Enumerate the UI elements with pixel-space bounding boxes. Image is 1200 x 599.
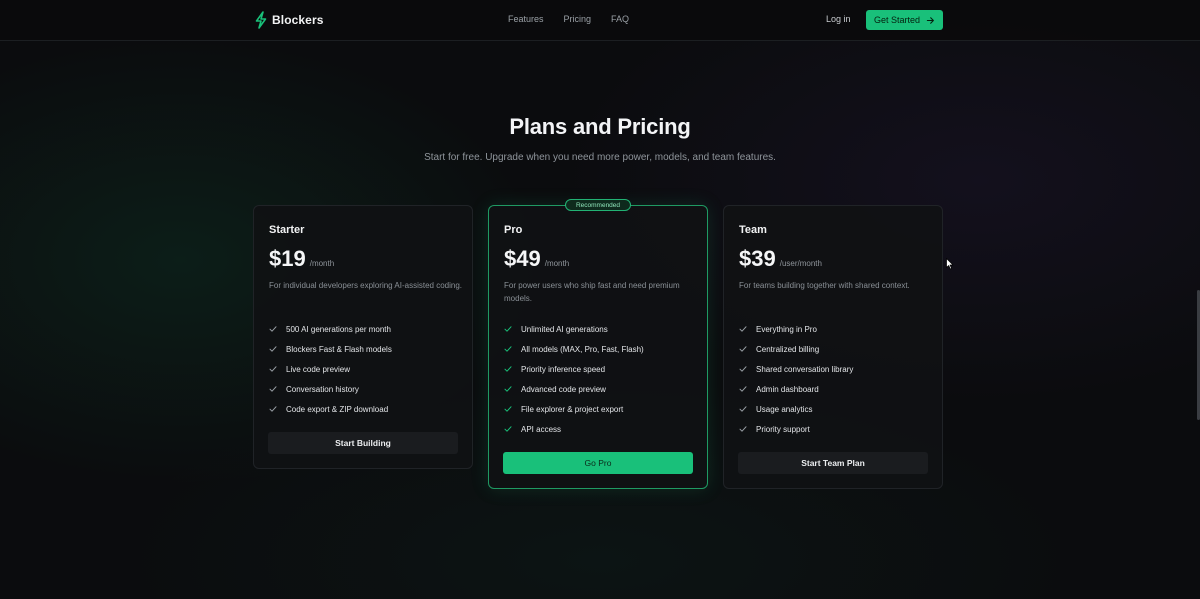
plan-name: Pro xyxy=(504,224,523,236)
check-icon xyxy=(504,426,512,432)
feature-label: Priority inference speed xyxy=(521,364,606,374)
get-started-button[interactable]: Get Started xyxy=(866,10,943,30)
feature-item: 500 AI generations per month xyxy=(269,319,392,339)
plan-price: $19 xyxy=(269,246,306,271)
feature-label: Conversation history xyxy=(286,384,359,394)
plan-description: For teams building together with shared … xyxy=(739,281,910,290)
plan-period: /user/month xyxy=(779,259,822,268)
nav-link-faq[interactable]: FAQ xyxy=(611,14,629,24)
feature-item: API access xyxy=(504,419,644,439)
plan-name: Team xyxy=(739,224,767,236)
plan-description: For power users who ship fast and need p… xyxy=(504,281,680,303)
check-icon xyxy=(739,366,747,372)
plan-price: $39 xyxy=(739,246,776,271)
plan-name: Starter xyxy=(269,224,305,236)
feature-item: Shared conversation library xyxy=(739,359,853,379)
feature-item: Unlimited AI generations xyxy=(504,319,644,339)
pricing-page: Blockers Features Pricing FAQ Log in Get… xyxy=(0,0,1200,599)
go-pro-button[interactable]: Go Pro xyxy=(503,452,693,474)
feature-item: Centralized billing xyxy=(739,339,853,359)
plan-period: /month xyxy=(544,259,570,268)
feature-label: File explorer & project export xyxy=(521,404,624,414)
plan-price: $49 xyxy=(504,246,541,271)
feature-label: Shared conversation library xyxy=(756,364,854,374)
feature-label: Advanced code preview xyxy=(521,384,606,394)
arrow-right-icon xyxy=(926,16,934,24)
lightning-bolt-icon xyxy=(255,11,267,29)
feature-label: Priority support xyxy=(756,424,810,434)
check-icon xyxy=(269,406,277,412)
feature-item: Everything in Pro xyxy=(739,319,853,339)
feature-item: All models (MAX, Pro, Fast, Flash) xyxy=(504,339,644,359)
feature-list: Everything in Pro Centralized billing Sh… xyxy=(739,319,853,439)
nav-link-pricing[interactable]: Pricing xyxy=(564,14,592,24)
brand-name: Blockers xyxy=(272,13,324,27)
check-icon xyxy=(504,406,512,412)
price-row: $49 /month xyxy=(504,246,569,272)
plan-period: /month xyxy=(309,259,335,268)
page-subtitle: Start for free. Upgrade when you need mo… xyxy=(424,152,776,163)
top-navbar: Blockers Features Pricing FAQ Log in Get… xyxy=(0,0,1200,41)
feature-label: Code export & ZIP download xyxy=(286,404,389,414)
nav-link-features[interactable]: Features xyxy=(508,14,544,24)
feature-item: Blockers Fast & Flash models xyxy=(269,339,392,359)
check-icon xyxy=(739,426,747,432)
feature-label: Everything in Pro xyxy=(756,324,817,334)
plan-card-starter: Starter $19 /month For individual develo… xyxy=(253,205,473,469)
plan-card-team: Team $39 /user/month For teams building … xyxy=(723,205,943,489)
page-title: Plans and Pricing xyxy=(509,114,691,139)
feature-item: Priority inference speed xyxy=(504,359,644,379)
check-icon xyxy=(739,406,747,412)
feature-item: File explorer & project export xyxy=(504,399,644,419)
feature-label: API access xyxy=(521,424,562,434)
plan-card-pro: Recommended Pro $49 /month For power use… xyxy=(488,199,708,489)
feature-label: Live code preview xyxy=(286,364,351,374)
feature-label: Blockers Fast & Flash models xyxy=(286,344,392,354)
check-icon xyxy=(504,386,512,392)
recommended-badge: Recommended xyxy=(565,199,631,211)
login-link[interactable]: Log in xyxy=(826,14,851,24)
feature-label: 500 AI generations per month xyxy=(286,324,391,334)
feature-item: Code export & ZIP download xyxy=(269,399,392,419)
feature-item: Usage analytics xyxy=(739,399,853,419)
check-icon xyxy=(269,386,277,392)
feature-list: Unlimited AI generations All models (MAX… xyxy=(504,319,644,439)
check-icon xyxy=(739,346,747,352)
brand-logo[interactable]: Blockers xyxy=(254,11,324,29)
check-icon xyxy=(739,386,747,392)
feature-list: 500 AI generations per month Blockers Fa… xyxy=(269,319,392,419)
feature-label: Centralized billing xyxy=(756,344,820,354)
feature-item: Admin dashboard xyxy=(739,379,853,399)
main-nav: Features Pricing FAQ xyxy=(508,14,629,24)
feature-item: Priority support xyxy=(739,419,853,439)
price-row: $19 /month xyxy=(269,246,334,272)
feature-label: Usage analytics xyxy=(756,404,813,414)
check-icon xyxy=(504,346,512,352)
price-row: $39 /user/month xyxy=(739,246,822,272)
check-icon xyxy=(269,326,277,332)
check-icon xyxy=(739,326,747,332)
check-icon xyxy=(269,346,277,352)
get-started-label: Get Started xyxy=(873,15,921,25)
start-building-button[interactable]: Start Building xyxy=(268,432,458,454)
feature-item: Advanced code preview xyxy=(504,379,644,399)
mouse-cursor-icon xyxy=(946,258,954,270)
plan-description: For individual developers exploring AI-a… xyxy=(269,281,462,290)
feature-label: Unlimited AI generations xyxy=(521,324,608,334)
feature-item: Conversation history xyxy=(269,379,392,399)
feature-item: Live code preview xyxy=(269,359,392,379)
check-icon xyxy=(269,366,277,372)
check-icon xyxy=(504,326,512,332)
feature-label: Admin dashboard xyxy=(756,384,819,394)
start-team-plan-button[interactable]: Start Team Plan xyxy=(738,452,928,474)
feature-label: All models (MAX, Pro, Fast, Flash) xyxy=(521,344,644,354)
check-icon xyxy=(504,366,512,372)
